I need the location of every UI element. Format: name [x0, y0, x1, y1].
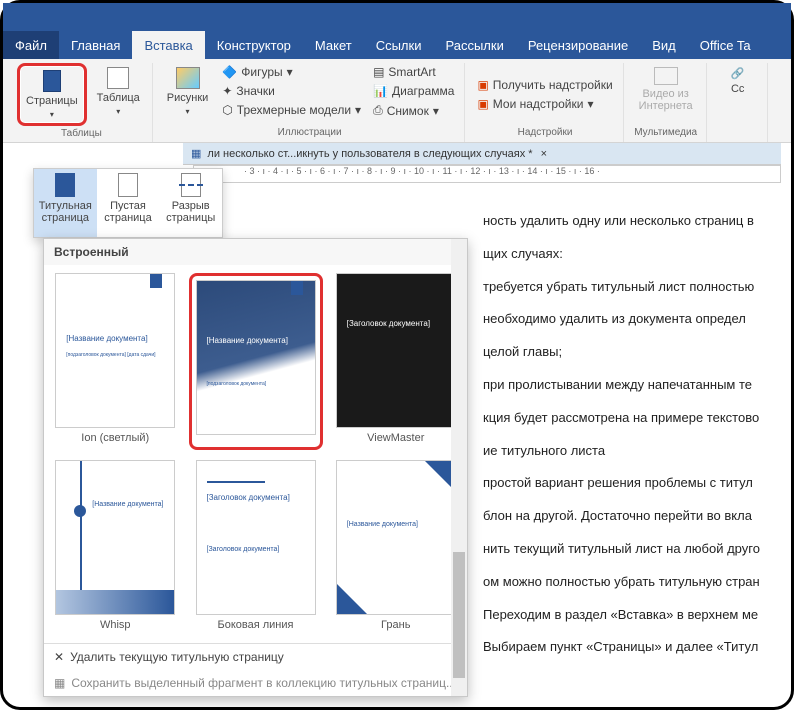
shapes-icon: 🔷 [222, 65, 237, 79]
video-label: Видео из Интернета [638, 88, 694, 112]
group-addins-label: Надстройки [518, 125, 573, 140]
gallery-item-whisp[interactable]: [Название документа] Whisp [52, 460, 179, 635]
pictures-button[interactable]: Рисунки ▾ [161, 63, 215, 125]
document-body: ность удалить одну или несколько страниц… [473, 193, 781, 697]
models-button[interactable]: ⬡Трехмерные модели ▾ [218, 101, 365, 119]
smartart-icon: ▤ [373, 65, 384, 79]
screenshot-icon: ⎙ [373, 103, 383, 118]
gallery-item-facet[interactable]: [Название документа] Грань [333, 460, 460, 635]
table-icon [107, 67, 129, 89]
tab-review[interactable]: Рецензирование [516, 31, 640, 59]
screenshot-button[interactable]: ⎙Снимок ▾ [369, 101, 458, 120]
remove-cover-button[interactable]: ✕Удалить текущую титульную страницу [44, 644, 467, 670]
pages-label: Страницы [26, 95, 78, 107]
shapes-button[interactable]: 🔷Фигуры ▾ [218, 63, 365, 81]
blank-page-icon [118, 173, 138, 197]
save-cover-button: ▦Сохранить выделенный фрагмент в коллекц… [44, 670, 467, 696]
table-button[interactable]: Таблица ▾ [91, 63, 146, 126]
table-label: Таблица [97, 92, 140, 104]
cover-page-icon [55, 173, 75, 197]
addins-icon: ▣ [477, 97, 488, 111]
store-icon: ▣ [477, 78, 488, 92]
gallery-scrollbar[interactable] [451, 239, 467, 696]
document-tab[interactable]: ▦ ли несколько ст...икнуть у пользовател… [183, 143, 781, 165]
tab-mailings[interactable]: Рассылки [433, 31, 515, 59]
cube-icon: ⬡ [222, 103, 232, 117]
chart-icon: 📊 [373, 84, 388, 98]
chevron-down-icon: ▾ [186, 107, 190, 116]
page-icon [43, 70, 61, 92]
page-break-button[interactable]: Разрыв страницы [159, 169, 222, 237]
my-addins-button[interactable]: ▣Мои надстройки ▾ [473, 95, 616, 113]
video-button[interactable]: Видео из Интернета [632, 63, 700, 125]
smartart-button[interactable]: ▤SmartArt [369, 63, 458, 81]
gallery-item-ion-light[interactable]: [Название документа][подзаголовок докуме… [52, 273, 179, 450]
links-label: Сс [731, 83, 744, 95]
picture-icon [176, 67, 200, 89]
save-icon: ▦ [54, 676, 65, 690]
group-illustrations-label: Иллюстрации [278, 125, 342, 140]
blank-page-button[interactable]: Пустая страница [97, 169, 160, 237]
doc-icon: ▦ [191, 147, 201, 160]
close-icon[interactable]: × [541, 148, 547, 160]
icons-button[interactable]: ✦Значки [218, 82, 365, 100]
gallery-item-selected[interactable]: [Название документа][подзаголовок докуме… [189, 273, 323, 450]
tab-references[interactable]: Ссылки [364, 31, 434, 59]
gallery-item-viewmaster[interactable]: [Заголовок документа] ViewMaster [333, 273, 460, 450]
gallery-header: Встроенный [44, 239, 467, 265]
pictures-label: Рисунки [167, 92, 209, 104]
cover-page-gallery: Встроенный [Название документа][подзагол… [43, 238, 468, 697]
chevron-down-icon: ▾ [50, 110, 54, 119]
links-button[interactable]: 🔗 Сс [715, 63, 761, 140]
ruler: · 3 · ı · 4 · ı · 5 · ı · 6 · ı · 7 · ı … [193, 165, 781, 183]
tab-file[interactable]: Файл [3, 31, 59, 59]
gallery-item-sideline[interactable]: [Заголовок документа][Заголовок документ… [189, 460, 323, 635]
video-icon [654, 67, 678, 85]
chevron-down-icon: ▾ [116, 107, 120, 116]
chart-button[interactable]: 📊Диаграмма [369, 82, 458, 100]
cover-page-button[interactable]: Титульная страница [34, 169, 97, 237]
group-media-label: Мультимедиа [634, 125, 697, 140]
pages-button[interactable]: Страницы ▾ [17, 63, 87, 126]
tab-home[interactable]: Главная [59, 31, 132, 59]
tab-office[interactable]: Office Ta [688, 31, 763, 59]
tab-layout[interactable]: Макет [303, 31, 364, 59]
group-tables-label: Таблицы [61, 126, 102, 141]
icons-icon: ✦ [222, 84, 232, 98]
link-icon: 🔗 [731, 67, 745, 80]
tab-view[interactable]: Вид [640, 31, 688, 59]
get-addins-button[interactable]: ▣Получить надстройки [473, 76, 616, 94]
page-break-icon [181, 173, 201, 197]
tab-insert[interactable]: Вставка [132, 31, 204, 59]
remove-icon: ✕ [54, 650, 64, 664]
tab-design[interactable]: Конструктор [205, 31, 303, 59]
